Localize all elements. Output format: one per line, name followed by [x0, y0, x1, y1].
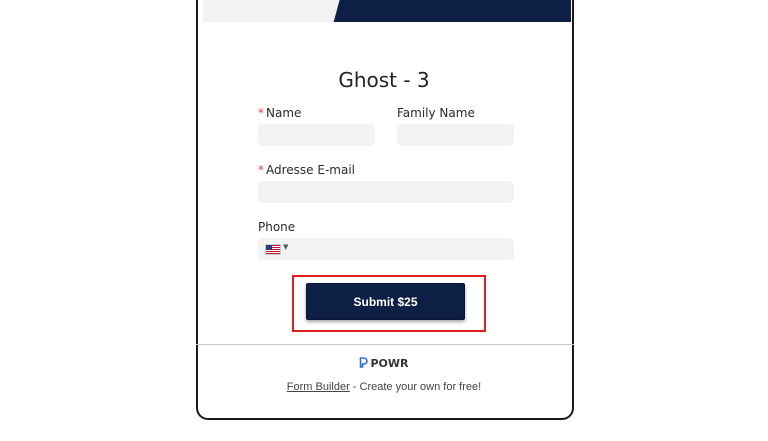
required-asterisk: *: [258, 163, 264, 177]
phone-label: Phone: [258, 220, 296, 234]
footer-divider: [196, 344, 574, 345]
submit-button[interactable]: Submit $25: [306, 283, 465, 320]
header-banner: [203, 0, 571, 22]
country-dropdown-caret-icon[interactable]: ▼: [283, 243, 288, 251]
powr-brand-text: POWR: [370, 357, 409, 370]
required-asterisk: *: [258, 106, 264, 120]
footer-tagline: - Create your own for free!: [349, 381, 482, 393]
us-flag-icon[interactable]: [265, 244, 281, 255]
powr-logo-icon: [360, 357, 369, 368]
form-title: Ghost - 3: [338, 68, 430, 92]
form-builder-link[interactable]: Form Builder: [287, 381, 350, 393]
name-label-text: Name: [266, 106, 302, 120]
powr-brand[interactable]: POWR: [0, 357, 768, 370]
email-label: * Adresse E-mail: [258, 163, 355, 177]
phone-input[interactable]: [258, 238, 514, 260]
family-name-label: Family Name: [397, 106, 475, 120]
footer-text: Form Builder - Create your own for free!: [0, 381, 768, 393]
email-input[interactable]: [258, 181, 514, 203]
name-input[interactable]: [258, 124, 375, 146]
name-label: * Name: [258, 106, 301, 120]
family-name-input[interactable]: [397, 124, 514, 146]
email-label-text: Adresse E-mail: [266, 163, 355, 177]
